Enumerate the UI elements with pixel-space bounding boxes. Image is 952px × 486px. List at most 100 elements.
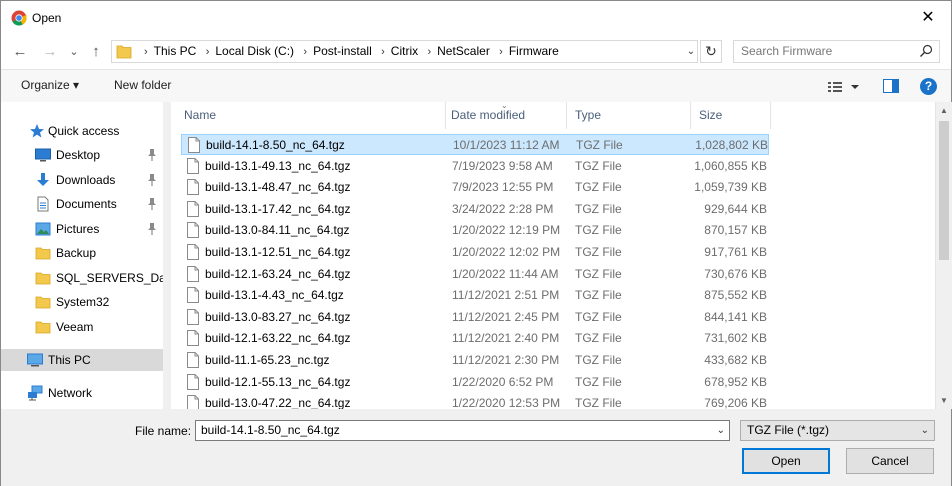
scroll-down-icon[interactable]: ▼ xyxy=(936,392,952,409)
breadcrumb-separator: › xyxy=(427,46,432,58)
file-date: 11/12/2021 2:40 PM xyxy=(452,331,560,346)
file-row[interactable]: build-11.1-65.23_nc.tgz 11/12/2021 2:30 P… xyxy=(181,350,769,371)
chevron-down-icon[interactable]: ⌄ xyxy=(717,422,725,439)
breadcrumb-separator: › xyxy=(381,46,385,58)
sidebar-item-backup[interactable]: Backup xyxy=(1,242,163,264)
breadcrumb-separator: › xyxy=(144,46,148,58)
sidebar-item-label: Downloads xyxy=(56,173,116,187)
navigation-pane: Quick access Desktop Downloads Documents xyxy=(1,102,163,409)
sidebar-item-system32[interactable]: System32 xyxy=(1,291,163,313)
file-type-value: TGZ File (*.tgz) xyxy=(747,423,830,437)
column-header-name[interactable]: Name xyxy=(176,102,446,129)
breadcrumb-firmware[interactable]: Firmware xyxy=(509,44,559,58)
chrome-icon xyxy=(11,10,27,26)
file-icon xyxy=(187,352,199,368)
address-dropdown-icon[interactable]: ⌄ xyxy=(684,43,698,60)
folder-icon xyxy=(35,321,51,334)
breadcrumb-this-pc[interactable]: This PC xyxy=(154,44,197,58)
refresh-button[interactable]: ↻ xyxy=(700,40,722,63)
file-name: build-12.1-55.13_nc_64.tgz xyxy=(205,374,351,389)
file-row[interactable]: build-13.0-47.22_nc_64.tgz 1/22/2020 12:5… xyxy=(181,393,769,409)
open-dialog: Open ✕ ← → ⌄ ↑ › This PC › Local Disk (C:)… xyxy=(0,0,952,486)
file-date: 1/20/2022 12:02 PM xyxy=(452,245,561,259)
file-size: 875,552 KB xyxy=(704,288,767,303)
sidebar-item-desktop[interactable]: Desktop xyxy=(1,144,163,166)
sidebar-item-label: Documents xyxy=(56,197,117,211)
sidebar-item-veeam[interactable]: Veeam xyxy=(1,316,163,338)
search-input[interactable]: Search Firmware xyxy=(733,40,940,63)
close-button[interactable]: ✕ xyxy=(905,1,951,35)
folder-icon xyxy=(35,272,51,285)
file-name-value: build-14.1-8.50_nc_64.tgz xyxy=(201,423,340,437)
organize-button[interactable]: Organize ▾ xyxy=(21,78,79,92)
file-size: 433,682 KB xyxy=(704,353,767,367)
column-header-date[interactable]: Date modified xyxy=(443,102,567,129)
scroll-up-icon[interactable]: ▲ xyxy=(936,102,952,119)
sidebar-item-label: Pictures xyxy=(56,222,100,236)
file-row[interactable]: build-13.1-12.51_nc_64.tgz 1/20/2022 12:0… xyxy=(181,242,769,263)
help-icon[interactable]: ? xyxy=(920,78,937,95)
breadcrumb-citrix[interactable]: Citrix xyxy=(391,44,418,58)
breadcrumb-post-install[interactable]: Post-install xyxy=(313,44,372,58)
sidebar-item-network[interactable]: Network xyxy=(1,382,163,404)
up-button[interactable]: ↑ xyxy=(87,43,105,61)
vertical-scrollbar[interactable]: ▲ ▼ xyxy=(935,102,952,409)
file-date: 3/24/2022 2:28 PM xyxy=(452,201,554,216)
file-type: TGZ File xyxy=(575,266,622,281)
file-date: 1/20/2022 11:44 AM xyxy=(452,266,559,281)
column-header-type[interactable]: Type xyxy=(567,102,691,129)
file-icon xyxy=(187,373,199,390)
file-row[interactable]: build-12.1-63.24_nc_64.tgz 1/20/2022 11:4… xyxy=(181,264,769,285)
search-placeholder: Search Firmware xyxy=(741,44,833,58)
sidebar-item-pictures[interactable]: Pictures xyxy=(1,218,163,240)
file-icon xyxy=(187,330,199,347)
cancel-button[interactable]: Cancel xyxy=(846,448,934,474)
breadcrumb-netscaler[interactable]: NetScaler xyxy=(437,44,490,58)
file-name: build-13.0-84.11_nc_64.tgz xyxy=(205,223,350,238)
file-type: TGZ File xyxy=(575,353,622,367)
new-folder-button[interactable]: New folder xyxy=(114,78,171,92)
sidebar-item-quick-access[interactable]: Quick access xyxy=(1,120,163,142)
preview-pane-icon[interactable] xyxy=(883,79,899,93)
file-row[interactable]: build-14.1-8.50_nc_64.tgz 10/1/2023 11:12… xyxy=(181,134,769,155)
file-name-label: File name: xyxy=(135,424,192,438)
file-row[interactable]: build-12.1-55.13_nc_64.tgz 1/22/2020 6:52… xyxy=(181,372,769,393)
file-name: build-13.1-49.13_nc_64.tgz xyxy=(205,158,351,173)
file-name-input[interactable]: build-14.1-8.50_nc_64.tgz ⌄ xyxy=(195,420,730,441)
sidebar-item-this-pc[interactable]: This PC xyxy=(1,349,163,371)
file-icon xyxy=(187,287,199,304)
pin-icon xyxy=(148,198,156,210)
forward-button[interactable]: → xyxy=(41,43,59,61)
search-icon[interactable] xyxy=(919,44,933,58)
sidebar-item-label: Backup xyxy=(56,246,97,260)
sidebar-item-documents[interactable]: Documents xyxy=(1,193,163,215)
file-row[interactable]: build-13.1-49.13_nc_64.tgz 7/19/2023 9:58… xyxy=(181,156,769,177)
scrollbar-thumb[interactable] xyxy=(939,121,949,260)
file-list: Name ⌄ Date modified Type Size build-14.… xyxy=(171,102,935,409)
column-header-size[interactable]: Size xyxy=(691,102,771,129)
file-row[interactable]: build-13.1-17.42_nc_64.tgz 3/24/2022 2:28… xyxy=(181,199,769,220)
file-size: 769,206 KB xyxy=(704,396,767,409)
file-row[interactable]: build-13.0-84.11_nc_64.tgz 1/20/2022 12:1… xyxy=(181,220,769,241)
breadcrumb-local-disk[interactable]: Local Disk (C:) xyxy=(215,44,294,58)
star-icon xyxy=(30,124,44,138)
back-button[interactable]: ← xyxy=(11,43,29,61)
file-row[interactable]: build-13.0-83.27_nc_64.tgz 11/12/2021 2:4… xyxy=(181,307,769,328)
recent-locations-button[interactable]: ⌄ xyxy=(65,43,83,61)
sidebar-item-sql-servers[interactable]: SQL_SERVERS_Daily_ xyxy=(1,267,163,289)
file-icon xyxy=(188,137,200,153)
file-icon xyxy=(187,179,199,196)
open-button[interactable]: Open xyxy=(742,448,830,474)
change-view-icon[interactable] xyxy=(827,79,863,95)
sidebar-item-downloads[interactable]: Downloads xyxy=(1,169,163,191)
file-type-select[interactable]: TGZ File (*.tgz) ⌄ xyxy=(740,420,935,441)
file-row[interactable]: build-13.1-48.47_nc_64.tgz 7/9/2023 12:55… xyxy=(181,177,769,198)
file-icon xyxy=(187,222,199,239)
file-size: 730,676 KB xyxy=(704,266,767,281)
file-icon xyxy=(187,308,199,325)
file-row[interactable]: build-13.1-4.43_nc_64.tgz 11/12/2021 2:51… xyxy=(181,285,769,306)
sidebar-item-label: SQL_SERVERS_Daily_ xyxy=(56,271,163,285)
file-name: build-12.1-63.22_nc_64.tgz xyxy=(205,331,351,346)
file-row[interactable]: build-12.1-63.22_nc_64.tgz 11/12/2021 2:4… xyxy=(181,328,769,349)
address-bar[interactable]: › This PC › Local Disk (C:) › Post-install … xyxy=(111,40,698,63)
